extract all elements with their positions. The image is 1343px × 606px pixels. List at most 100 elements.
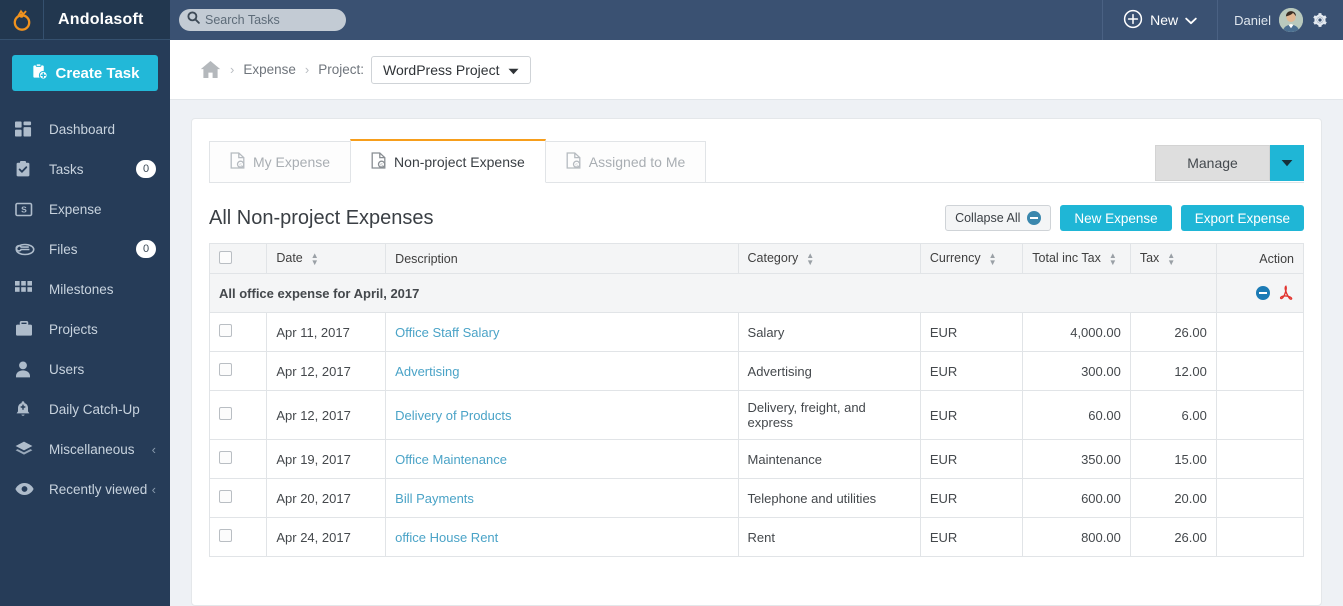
chevron-left-icon[interactable]: ‹	[152, 442, 156, 457]
sort-icon[interactable]: ▲ ▼	[806, 251, 815, 266]
group-actions	[1226, 285, 1294, 302]
table-row[interactable]: Apr 12, 2017 Delivery of Products Delive…	[208, 390, 1305, 440]
chevron-down-icon	[508, 62, 519, 78]
cell-total: 600.00	[1022, 478, 1131, 518]
expense-link[interactable]: Bill Payments	[395, 491, 474, 506]
collapse-all-button[interactable]: Collapse All	[945, 205, 1052, 231]
chevron-left-icon[interactable]: ‹	[152, 482, 156, 497]
row-checkbox[interactable]	[219, 451, 232, 464]
cell-currency: EUR	[919, 478, 1024, 518]
expense-link[interactable]: Office Staff Salary	[395, 325, 499, 340]
sidebar-item-expense[interactable]: S Expense	[0, 189, 170, 229]
search-input[interactable]	[205, 13, 366, 27]
tab-non-project-expense[interactable]: S Non-project Expense	[350, 139, 546, 183]
table-row[interactable]: Apr 12, 2017 Advertising Advertising EUR…	[208, 351, 1305, 391]
sidebar-item-label: Projects	[49, 321, 98, 337]
expense-link[interactable]: Delivery of Products	[395, 408, 511, 423]
table-row[interactable]: Apr 19, 2017 Office Maintenance Maintena…	[208, 439, 1305, 479]
column-currency[interactable]: Currency ▲ ▼	[919, 243, 1024, 274]
home-icon[interactable]	[200, 60, 221, 79]
manage-button-group: Manage	[1155, 145, 1304, 181]
top-bar-right: New Daniel	[1102, 0, 1343, 40]
sidebar-item-daily-catch-up[interactable]: Daily Catch-Up	[0, 389, 170, 429]
create-task-container: Create Task	[0, 40, 170, 103]
expense-link[interactable]: office House Rent	[395, 530, 498, 545]
brand-logo[interactable]	[0, 0, 44, 40]
breadcrumb-expense-link[interactable]: Expense	[243, 62, 296, 77]
sidebar-item-milestones[interactable]: Milestones	[0, 269, 170, 309]
column-date[interactable]: Date ▲ ▼	[266, 243, 387, 274]
svg-text:S: S	[380, 162, 383, 167]
column-label: Tax	[1139, 251, 1160, 266]
sidebar-item-tasks[interactable]: Tasks 0	[0, 149, 170, 189]
sidebar-badge-tasks: 0	[136, 160, 156, 178]
row-checkbox[interactable]	[219, 324, 232, 337]
expense-doc-icon: S	[566, 152, 581, 172]
cell-category: Telephone and utilities	[737, 478, 921, 518]
ring-logo-icon	[10, 8, 34, 32]
cell-description: Advertising	[385, 351, 739, 391]
sidebar-item-recently-viewed[interactable]: Recently viewed ‹	[0, 469, 170, 509]
sidebar-item-users[interactable]: Users	[0, 349, 170, 389]
row-checkbox[interactable]	[219, 529, 232, 542]
new-button[interactable]: New	[1102, 0, 1219, 40]
sidebar-item-dashboard[interactable]: Dashboard	[0, 109, 170, 149]
tab-my-expense[interactable]: S My Expense	[209, 141, 352, 183]
plus-circle-icon	[1123, 9, 1143, 32]
top-bar: New Daniel	[170, 0, 1343, 40]
create-task-button[interactable]: Create Task	[12, 55, 158, 91]
manage-button[interactable]: Manage	[1155, 145, 1270, 181]
search-container	[179, 9, 366, 31]
brand-name-box[interactable]: Andolasoft	[44, 0, 170, 40]
sort-icon[interactable]: ▲ ▼	[310, 251, 319, 266]
cell-date: Apr 19, 2017	[266, 439, 387, 479]
create-task-label: Create Task	[55, 64, 140, 82]
expenses-table: Date ▲ ▼ Description Category ▲ ▼ Currency	[208, 243, 1305, 557]
breadcrumb-separator: ›	[230, 62, 235, 77]
sidebar-item-files[interactable]: Files 0	[0, 229, 170, 269]
cell-total: 350.00	[1022, 439, 1131, 479]
column-total-inc-tax[interactable]: Total inc Tax ▲ ▼	[1022, 243, 1131, 274]
new-expense-button[interactable]: New Expense	[1060, 205, 1172, 231]
row-checkbox[interactable]	[219, 490, 232, 503]
bell-icon	[15, 399, 37, 419]
export-expense-button[interactable]: Export Expense	[1180, 205, 1304, 231]
column-category[interactable]: Category ▲ ▼	[737, 243, 921, 274]
row-checkbox[interactable]	[219, 407, 232, 420]
page-title: All Non-project Expenses	[209, 206, 434, 229]
cell-currency: EUR	[919, 351, 1024, 391]
minus-circle-icon[interactable]	[1256, 286, 1270, 300]
expense-link[interactable]: Office Maintenance	[395, 452, 507, 467]
cell-action	[1215, 478, 1305, 518]
manage-dropdown-toggle[interactable]	[1270, 145, 1304, 181]
sidebar-item-label: Users	[49, 361, 85, 377]
row-select-cell	[208, 390, 268, 440]
gear-icon[interactable]	[1311, 11, 1329, 29]
content-area: S My Expense S Non-project Expense S Ass…	[170, 100, 1343, 606]
select-all-checkbox[interactable]	[219, 250, 232, 264]
expense-link[interactable]: Advertising	[395, 364, 459, 379]
avatar[interactable]	[1279, 8, 1303, 32]
sidebar: Andolasoft Create Task Dashboard Tasks 0…	[0, 0, 170, 606]
row-checkbox[interactable]	[219, 363, 232, 376]
chevron-down-icon	[1185, 12, 1197, 28]
column-tax[interactable]: Tax ▲ ▼	[1129, 243, 1217, 274]
cell-total: 60.00	[1022, 390, 1131, 440]
table-row[interactable]: Apr 20, 2017 Bill Payments Telephone and…	[208, 478, 1305, 518]
sort-icon[interactable]: ▲ ▼	[1108, 251, 1117, 266]
cell-action	[1215, 439, 1305, 479]
project-dropdown[interactable]: WordPress Project	[371, 55, 532, 84]
user-menu[interactable]: Daniel	[1218, 8, 1343, 32]
sort-icon[interactable]: ▲ ▼	[1167, 251, 1176, 266]
sort-icon[interactable]: ▲ ▼	[988, 251, 997, 266]
tab-assigned-to-me[interactable]: S Assigned to Me	[544, 141, 707, 183]
user-icon	[15, 359, 37, 379]
sidebar-item-miscellaneous[interactable]: Miscellaneous ‹	[0, 429, 170, 469]
column-label: Date	[276, 251, 303, 266]
sidebar-item-projects[interactable]: Projects	[0, 309, 170, 349]
search-box[interactable]	[179, 9, 366, 31]
table-row[interactable]: Apr 24, 2017 office House Rent Rent EUR …	[208, 517, 1305, 557]
row-select-cell	[208, 517, 268, 557]
table-row[interactable]: Apr 11, 2017 Office Staff Salary Salary …	[208, 312, 1305, 352]
pdf-icon[interactable]	[1279, 285, 1294, 302]
